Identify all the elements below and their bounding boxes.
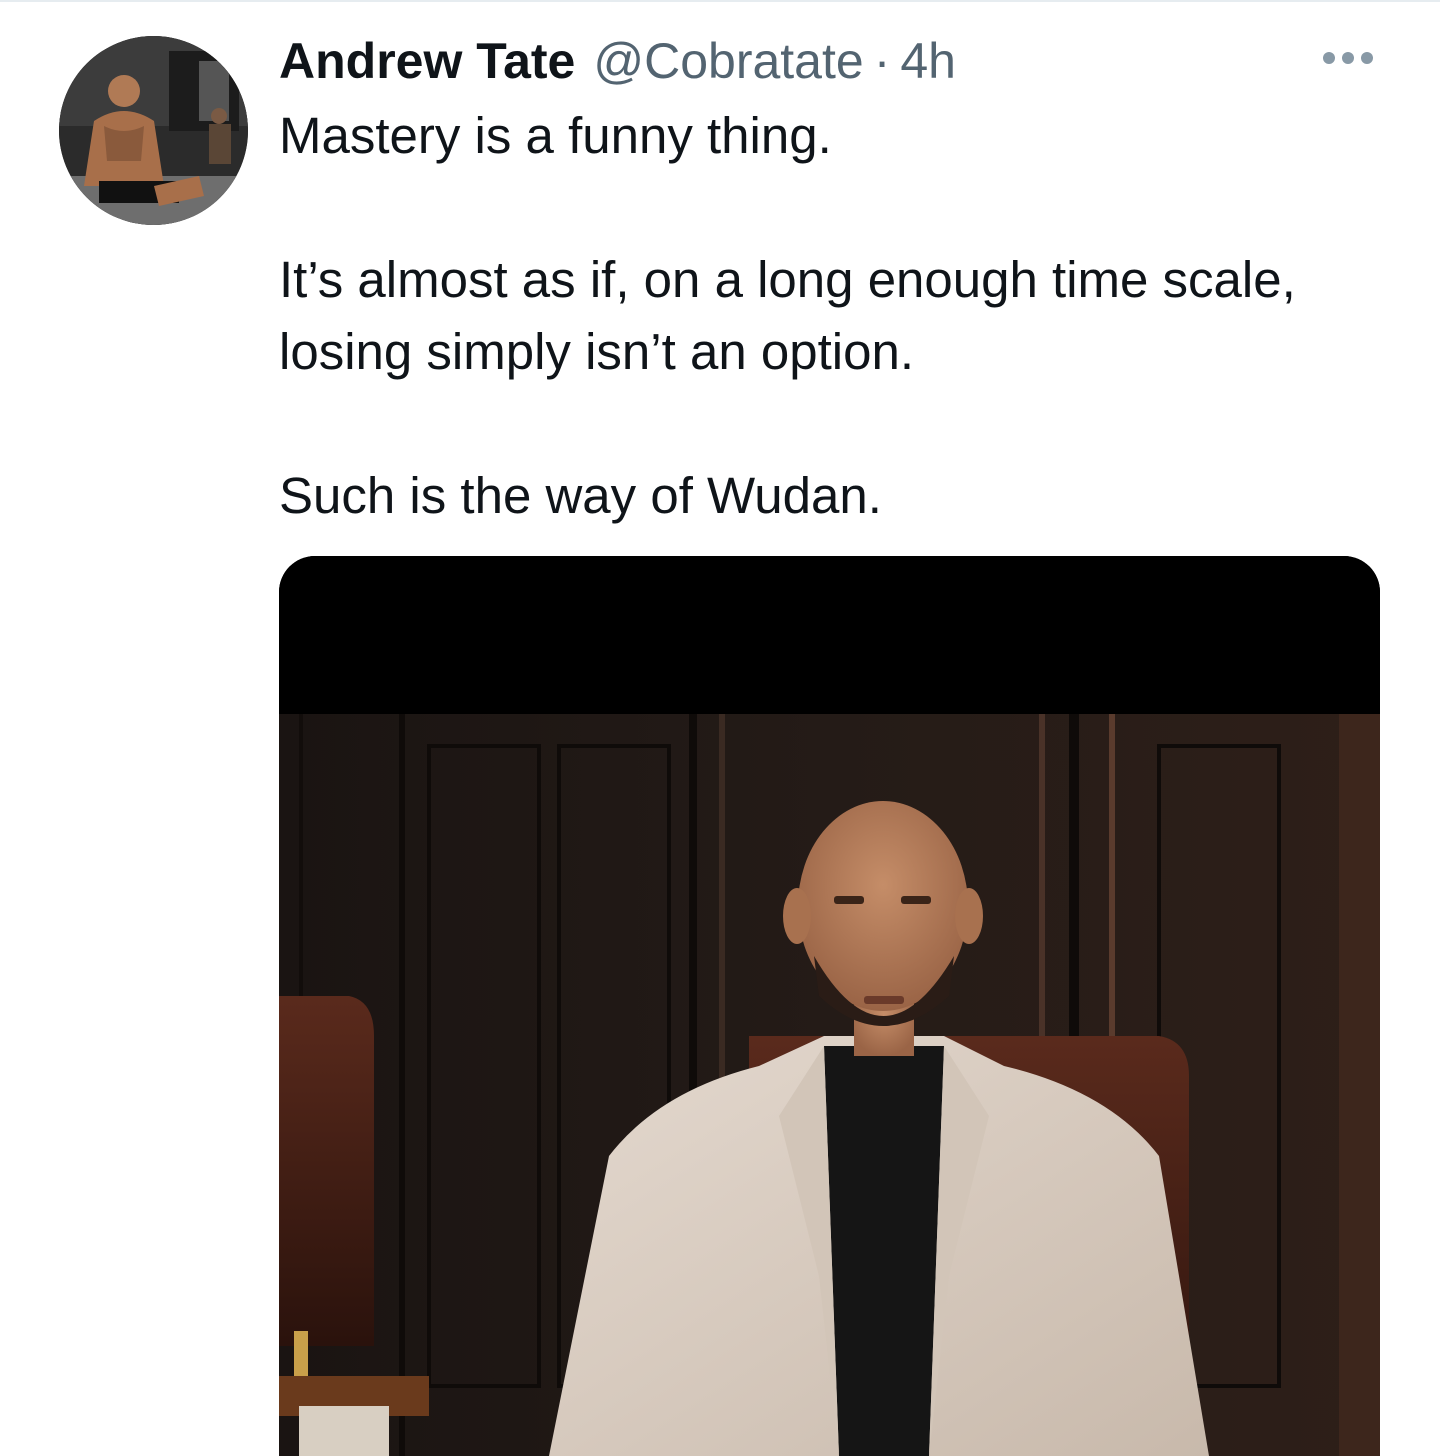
display-name[interactable]: Andrew Tate [279, 28, 575, 94]
more-options-button[interactable] [1318, 42, 1378, 74]
tweet[interactable]: Andrew Tate @Cobratate · 4h Mastery is a… [0, 0, 1440, 1456]
media-photo-icon [279, 556, 1380, 1456]
tweet-text-line: It’s almost as if, on a long enough time… [279, 251, 1296, 380]
avatar-photo-icon [59, 36, 248, 225]
tweet-text-line: Mastery is a funny thing. [279, 107, 832, 164]
tweet-text: Mastery is a funny thing. It’s almost as… [279, 100, 1389, 532]
separator-dot: · [873, 33, 891, 89]
user-handle[interactable]: @Cobratate [593, 28, 863, 94]
avatar[interactable] [59, 36, 248, 225]
tweet-header: Andrew Tate @Cobratate · 4h [279, 28, 956, 94]
tweet-text-line: Such is the way of Wudan. [279, 467, 882, 524]
timestamp[interactable]: 4h [900, 28, 956, 94]
tweet-media[interactable] [279, 556, 1380, 1456]
more-horizontal-icon [1323, 52, 1373, 64]
